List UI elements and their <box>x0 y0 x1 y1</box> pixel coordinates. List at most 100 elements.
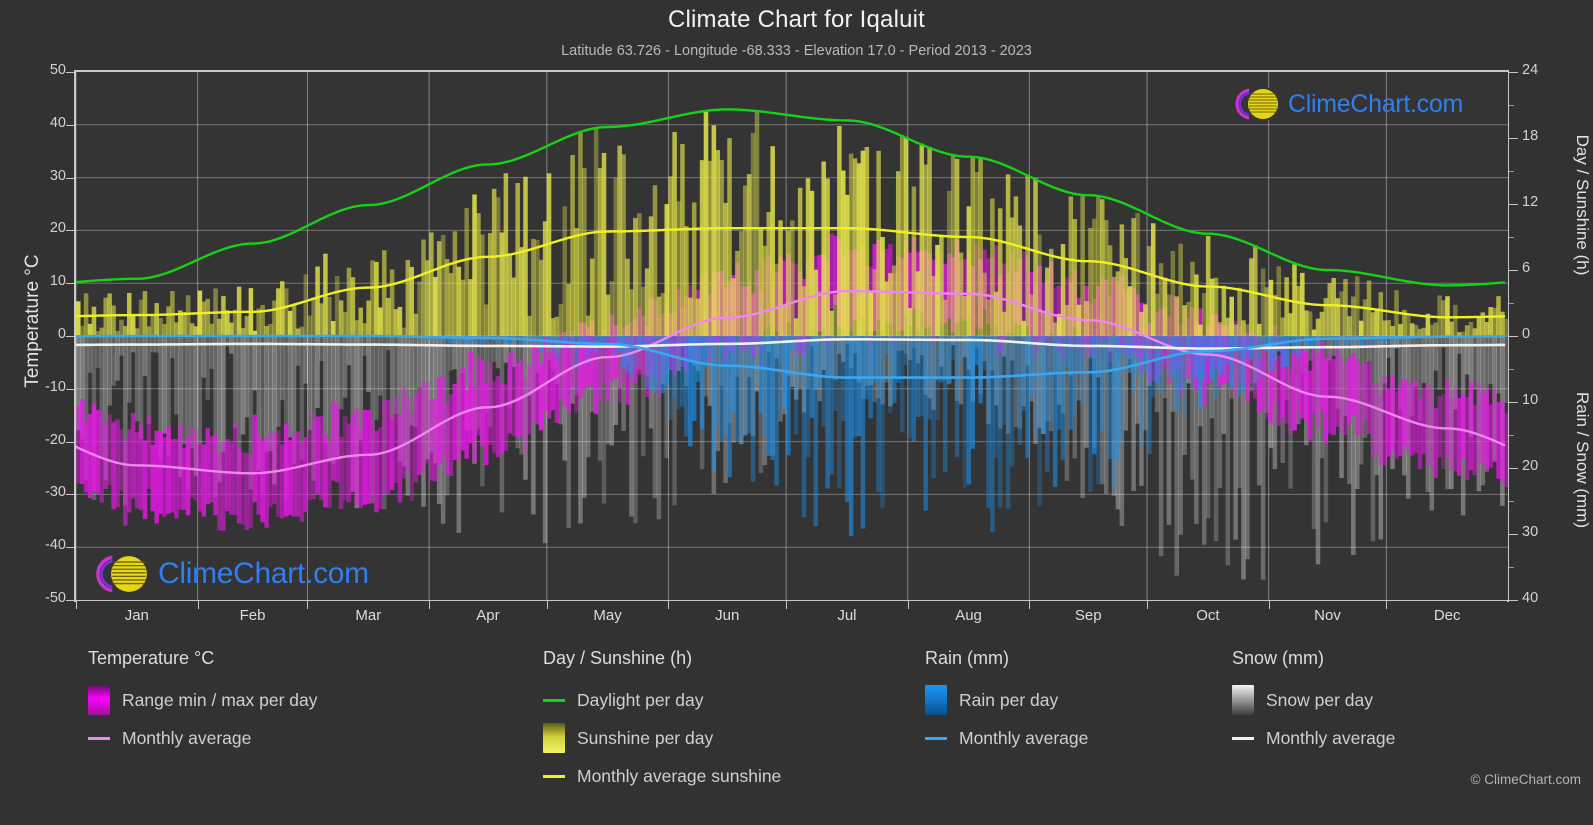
x-axis-tick-mark <box>1386 600 1388 609</box>
right-axis-minor-tick <box>1509 237 1514 238</box>
x-axis-tick-label: Aug <box>955 607 982 624</box>
x-axis-tick-mark <box>429 600 431 609</box>
x-axis-tick-label: Dec <box>1433 607 1461 624</box>
climechart-mark-icon <box>1235 88 1278 120</box>
right-axis-hour-tick-label: 12 <box>1522 194 1539 210</box>
legend-snow: Snow (mm) Snow per day Monthly average <box>1232 648 1395 757</box>
left-axis-tick-mark <box>66 72 75 73</box>
legend-item-label: Snow per day <box>1266 689 1374 710</box>
x-axis-tick-label: May <box>593 607 622 624</box>
left-axis-tick-label: -50 <box>45 590 66 606</box>
left-axis-tick-mark <box>66 441 75 443</box>
right-axis-mm-tick-label: 20 <box>1522 458 1539 474</box>
right-axis-mm-tick-mark <box>1509 468 1518 469</box>
legend-snow-day[interactable]: Snow per day <box>1232 681 1395 719</box>
right-axis-mm-tick-mark <box>1509 534 1518 535</box>
legend-sunshine[interactable]: Sunshine per day <box>543 719 781 757</box>
legend-temp-range-swatch <box>88 685 110 715</box>
x-axis-tick-mark <box>786 600 788 609</box>
legend-rain-average-line-swatch <box>925 736 947 740</box>
x-axis-tick-mark <box>76 600 77 609</box>
x-axis-tick-mark <box>546 600 548 609</box>
watermark-text-top: ClimeChart.com <box>1288 89 1463 118</box>
legend-sunshine-swatch <box>543 723 565 753</box>
right-axis-mm-tick-mark <box>1509 600 1518 601</box>
left-axis-tick-label: 30 <box>49 167 66 184</box>
right-axis-hour-tick-mark <box>1509 72 1518 73</box>
left-axis-tick-mark <box>66 547 75 549</box>
left-axis-tick-mark <box>66 336 75 337</box>
right-axis-title-rain-snow: Rain / Snow (mm) <box>1573 391 1592 529</box>
left-axis-tick-label: 50 <box>49 62 66 78</box>
x-axis-tick-label: Feb <box>239 607 266 624</box>
right-axis-hour-tick-label: 0 <box>1522 326 1531 342</box>
legend-rain-average[interactable]: Monthly average <box>925 719 1088 757</box>
legend-item-label: Monthly average <box>1266 727 1396 748</box>
x-axis-tick-mark <box>1268 600 1270 609</box>
legend-group-title: Temperature °C <box>88 648 215 668</box>
legend-item-label: Daylight per day <box>577 689 704 710</box>
x-axis-tick-label: Mar <box>355 607 382 624</box>
left-axis-title: Temperature °C <box>22 254 43 388</box>
legend-snow-average-line-swatch <box>1232 736 1254 740</box>
left-axis-tick-label: -30 <box>45 484 66 501</box>
plot-svg <box>76 72 1508 600</box>
legend-group-title: Snow (mm) <box>1232 648 1325 668</box>
legend-temp-average-line-swatch <box>88 736 110 740</box>
right-axis-mm-tick-label: 30 <box>1522 524 1539 540</box>
legend-snow-average[interactable]: Monthly average <box>1232 719 1395 757</box>
left-axis-tick-label: -40 <box>45 537 66 554</box>
left-axis-tick-mark <box>66 494 75 496</box>
x-axis-tick-mark <box>197 600 199 609</box>
page-title: Climate Chart for Iqaluit <box>667 6 926 33</box>
right-axis-hour-tick-mark <box>1509 270 1518 271</box>
left-axis-tick-mark <box>66 600 75 601</box>
legend-daylight[interactable]: Daylight per day <box>543 681 781 719</box>
legend-sunshine-average[interactable]: Monthly average sunshine <box>543 757 781 795</box>
page-subtitle: Latitude 63.726 - Longitude -68.333 - El… <box>561 43 1032 59</box>
legend-group-title: Rain (mm) <box>925 648 1009 668</box>
left-axis-tick-mark <box>66 283 75 285</box>
x-axis-tick-label: Jul <box>837 607 857 624</box>
x-axis-tick-mark <box>1029 600 1031 609</box>
right-axis-minor-tick <box>1509 171 1514 172</box>
right-axis-minor-tick <box>1509 369 1514 370</box>
chart-legend: Temperature °C Range min / max per day Mon… <box>0 648 1593 808</box>
x-axis-tick-mark <box>907 600 909 609</box>
legend-item-label: Monthly average <box>959 727 1089 748</box>
legend-temperature: Temperature °C Range min / max per day Mon… <box>88 648 318 757</box>
x-axis-tick-label: Oct <box>1196 607 1220 624</box>
legend-rain-day-swatch <box>925 685 947 715</box>
x-axis-tick-label: Jun <box>715 607 740 624</box>
right-axis-minor-tick <box>1509 105 1514 106</box>
left-axis-tick-label: 40 <box>49 114 66 131</box>
legend-item-label: Rain per day <box>959 689 1059 710</box>
x-axis-tick-mark <box>1147 600 1149 609</box>
climate-chart: Climate Chart for Iqaluit Latitude 63.72… <box>0 0 1593 825</box>
left-axis-tick-mark <box>66 230 75 232</box>
right-axis-hour-tick-mark <box>1509 336 1518 337</box>
right-axis-mm-tick-mark <box>1509 402 1518 403</box>
legend-temp-range[interactable]: Range min / max per day <box>88 681 318 719</box>
left-axis-tick-mark <box>66 177 75 179</box>
x-axis-tick-label: Jan <box>124 607 149 624</box>
legend-rain: Rain (mm) Rain per day Monthly average <box>925 648 1088 757</box>
legend-item-label: Monthly average <box>122 727 252 748</box>
legend-daylight-line-swatch <box>543 698 565 702</box>
right-axis-minor-tick <box>1509 435 1514 436</box>
right-axis-mm-tick-label: 10 <box>1522 392 1539 408</box>
right-axis-hour-tick-label: 6 <box>1522 260 1531 276</box>
plot-area <box>76 72 1508 600</box>
legend-snow-day-swatch <box>1232 685 1254 715</box>
watermark-logo-top: ClimeChart.com <box>1232 84 1463 124</box>
legend-temp-average[interactable]: Monthly average <box>88 719 318 757</box>
x-axis-tick-label: Apr <box>476 607 500 624</box>
legend-item-label: Sunshine per day <box>577 727 714 748</box>
right-axis-title-day-sunshine: Day / Sunshine (h) <box>1573 134 1592 276</box>
right-axis-minor-tick <box>1509 567 1514 568</box>
right-axis-minor-tick <box>1509 303 1514 304</box>
x-axis-tick-label: Sep <box>1074 607 1102 624</box>
legend-item-label: Monthly average sunshine <box>577 765 782 786</box>
legend-rain-day[interactable]: Rain per day <box>925 681 1088 719</box>
climechart-mark-icon <box>96 554 147 594</box>
